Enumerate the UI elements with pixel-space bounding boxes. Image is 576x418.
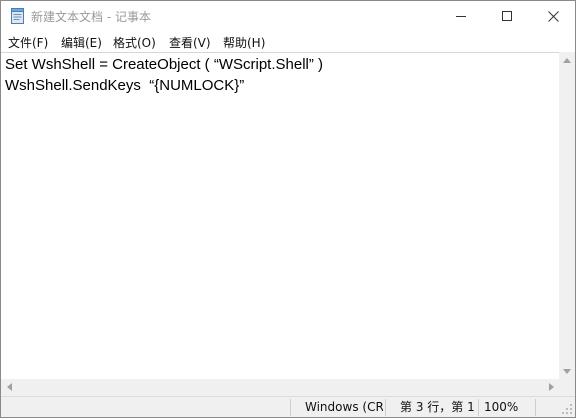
close-icon: [547, 10, 559, 22]
cursor-position-status: 第 3 行，第 1: [400, 400, 475, 414]
menu-format[interactable]: 格式(O): [113, 34, 156, 51]
notepad-window: 新建文本文档 - 记事本 文件(F) 编辑(E) 格式(O) 查看(V) 帮助(…: [0, 0, 576, 418]
status-bar: Windows (CR 第 3 行，第 1 100%: [1, 396, 575, 417]
scroll-left-button[interactable]: [1, 379, 17, 395]
chevron-left-icon: [6, 383, 12, 391]
text-line: WshShell.SendKeys “{NUMLOCK}”: [5, 77, 245, 94]
scroll-down-button[interactable]: [559, 363, 575, 379]
status-divider: [535, 399, 536, 416]
menu-file[interactable]: 文件(F): [8, 34, 48, 51]
title-bar[interactable]: 新建文本文档 - 记事本: [1, 1, 575, 31]
chevron-down-icon: [563, 368, 571, 374]
menu-help[interactable]: 帮助(H): [223, 34, 265, 51]
menu-edit[interactable]: 编辑(E): [61, 34, 102, 51]
zoom-status: 100%: [484, 400, 519, 414]
horizontal-scrollbar[interactable]: [1, 379, 559, 396]
scroll-right-button[interactable]: [543, 379, 559, 395]
scrollbar-corner: [559, 379, 575, 396]
close-button[interactable]: [530, 1, 576, 31]
scroll-up-button[interactable]: [559, 52, 575, 68]
window-title: 新建文本文档 - 记事本: [31, 10, 151, 24]
maximize-button[interactable]: [484, 1, 530, 31]
line-ending-status: Windows (CR: [305, 400, 383, 414]
text-line: Set WshShell = CreateObject ( “WScript.S…: [5, 56, 324, 73]
maximize-icon: [502, 11, 512, 21]
status-divider: [478, 399, 479, 416]
chevron-up-icon: [563, 57, 571, 63]
status-divider: [385, 399, 386, 416]
menu-bar: 文件(F) 编辑(E) 格式(O) 查看(V) 帮助(H): [1, 31, 575, 52]
chevron-right-icon: [548, 383, 554, 391]
minimize-button[interactable]: [438, 1, 484, 31]
notepad-app-icon: [11, 8, 24, 24]
minimize-icon: [456, 16, 466, 17]
resize-grip-icon[interactable]: [561, 401, 573, 415]
text-editor-area[interactable]: Set WshShell = CreateObject ( “WScript.S…: [1, 52, 559, 379]
status-divider: [290, 399, 291, 416]
vertical-scrollbar[interactable]: [559, 52, 575, 379]
menu-view[interactable]: 查看(V): [169, 34, 211, 51]
